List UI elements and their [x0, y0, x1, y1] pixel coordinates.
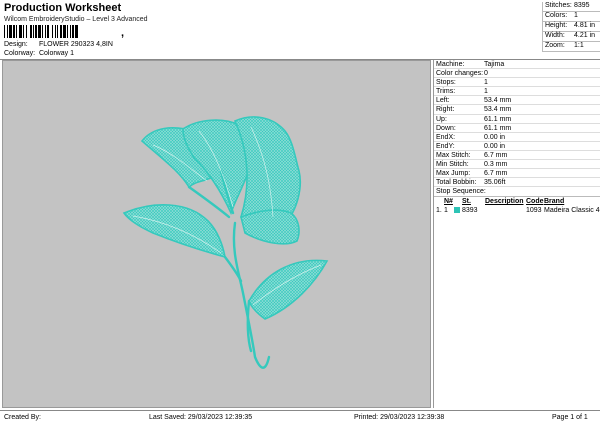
info-label: Left:	[436, 97, 450, 105]
info-label: Total Bobbin:	[436, 179, 477, 187]
stat-label: Height:	[545, 22, 568, 29]
colorway-row: Colorway: Colorway 1	[4, 50, 74, 57]
row-brand: Madeira Classic 40	[544, 207, 600, 215]
last-saved: Last Saved: 29/03/2023 12:39:35	[149, 414, 253, 421]
info-row: Max Stitch: 6.7 mm	[434, 151, 600, 161]
info-label: Color changes:	[436, 70, 484, 78]
info-label: Stops:	[436, 79, 456, 87]
row-index: 1.	[436, 207, 442, 215]
stat-value: 8395	[574, 2, 590, 9]
col-n: N#	[444, 198, 453, 206]
summary-stats: Stitches: 8395 Colors: 1 Height: 4.81 in Wi…	[542, 2, 600, 52]
info-label: Trims:	[436, 88, 456, 96]
barcode	[4, 25, 78, 38]
info-label: EndY:	[436, 142, 455, 150]
stat-value: 1	[574, 12, 578, 19]
row-stitches: 8393	[462, 207, 478, 215]
worksheet-footer: Created By: Last Saved: 29/03/2023 12:39…	[0, 410, 600, 424]
info-label: Max Stitch:	[436, 151, 471, 159]
info-label: Down:	[436, 124, 456, 132]
design-label: Design:	[4, 41, 28, 48]
stat-value: 1:1	[574, 42, 584, 49]
info-value: 53.4 mm	[484, 97, 512, 105]
worksheet-header: Production Worksheet Wilcom EmbroiderySt…	[0, 0, 600, 60]
design-row: Design: FLOWER 290323 4,8IN	[4, 41, 113, 48]
info-row: Right: 53.4 mm	[434, 105, 600, 115]
info-value: Tajima	[484, 61, 505, 68]
col-description: Description	[485, 198, 524, 206]
info-row: Down: 61.1 mm	[434, 124, 600, 133]
info-label: Machine:	[436, 61, 465, 68]
row-description	[485, 206, 526, 215]
page-number: Page 1 of 1	[552, 414, 588, 421]
stat-width: Width: 4.21 in	[543, 32, 600, 42]
stat-value: 4.21 in	[574, 32, 596, 39]
col-st: St.	[462, 198, 471, 206]
stat-zoom: Zoom: 1:1	[543, 42, 600, 52]
info-value: 35.06ft	[484, 179, 506, 187]
machine-info-panel: Machine: Tajima Color changes: 0 Stops: 1 Trim…	[433, 60, 600, 408]
info-row: Max Jump: 6.7 mm	[434, 169, 600, 179]
info-value: 53.4 mm	[484, 106, 512, 114]
printed-date: Printed: 29/03/2023 12:39:38	[354, 414, 445, 421]
info-label: Max Jump:	[436, 170, 471, 178]
created-by: Created By:	[4, 414, 41, 421]
stat-colors: Colors: 1	[543, 12, 600, 22]
info-value: 1	[484, 79, 488, 87]
flower-embroidery-image	[122, 116, 329, 369]
software-subtitle: Wilcom EmbroideryStudio – Level 3 Advanc…	[4, 16, 148, 23]
page-title: Production Worksheet	[4, 2, 122, 14]
design-value: FLOWER 290323 4,8IN	[38, 41, 113, 48]
info-value: 61.1 mm	[484, 115, 512, 123]
stop-sequence-row: 1. 1 8393 1093 Madeira Classic 40	[434, 206, 600, 215]
info-row: EndX: 0.00 in	[434, 133, 600, 142]
info-row: Stops: 1	[434, 78, 600, 88]
design-preview	[2, 60, 431, 408]
row-code: 1093	[526, 207, 542, 215]
info-value: 1	[484, 88, 488, 96]
thread-color-swatch	[454, 207, 460, 214]
info-label: Min Stitch:	[436, 161, 469, 169]
info-label: Right:	[436, 106, 455, 114]
info-row: Left: 53.4 mm	[434, 96, 600, 106]
info-row: Min Stitch: 0.3 mm	[434, 160, 600, 170]
stat-label: Stitches:	[545, 2, 572, 9]
stat-height: Height: 4.81 in	[543, 22, 600, 32]
info-label: EndX:	[436, 133, 456, 141]
info-value: 0.3 mm	[484, 161, 508, 169]
info-value: 0	[484, 70, 488, 78]
stat-stitches: Stitches: 8395	[543, 2, 600, 12]
col-code: Code	[526, 198, 544, 206]
info-label: Up:	[436, 115, 447, 123]
info-value: 0.00 in	[484, 133, 506, 141]
colorway-value: Colorway 1	[38, 50, 74, 57]
info-row: Up: 61.1 mm	[434, 115, 600, 124]
info-row: Machine: Tajima	[434, 60, 600, 70]
info-row: Total Bobbin: 35.06ft	[434, 178, 600, 188]
info-row: Color changes: 0	[434, 69, 600, 79]
stat-label: Width:	[545, 32, 565, 39]
stat-label: Colors:	[545, 12, 568, 19]
stop-sequence-heading: Stop Sequence:	[434, 187, 600, 198]
info-value: 0.00 in	[484, 142, 506, 150]
info-row: Trims: 1	[434, 87, 600, 97]
info-value: 61.1 mm	[484, 124, 512, 132]
col-brand: Brand	[544, 198, 565, 206]
stat-label: Zoom:	[545, 42, 565, 49]
info-row: EndY: 0.00 in	[434, 142, 600, 151]
colorway-label: Colorway:	[4, 50, 36, 57]
stat-value: 4.81 in	[574, 22, 596, 29]
row-n: 1	[444, 207, 448, 215]
stop-sequence-columns: N# St. Description Code Brand	[434, 197, 600, 206]
info-value: 6.7 mm	[484, 170, 508, 178]
info-value: 6.7 mm	[484, 151, 508, 159]
barcode-suffix: ,	[121, 27, 125, 39]
